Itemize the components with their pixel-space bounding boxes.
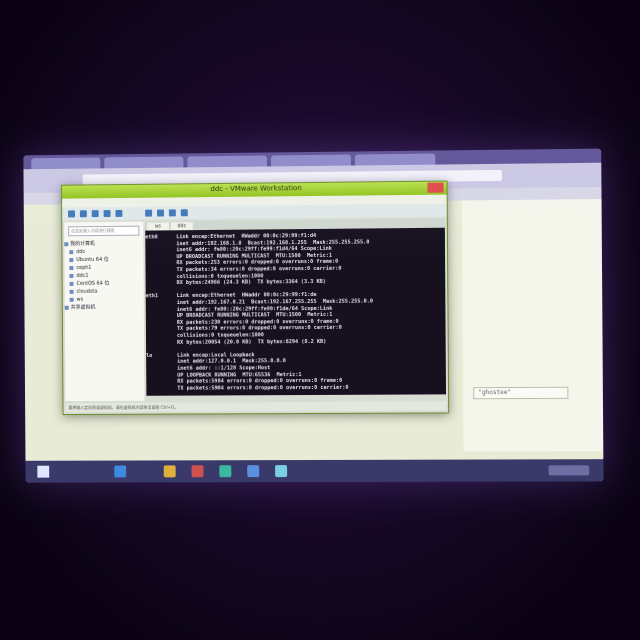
window-title: ddc - VMware Workstation [210,184,302,194]
terminal-line: RX bytes:24966 (24.3 KB) TX bytes:3364 (… [145,279,326,287]
terminal-line: TX packets:5984 errors:0 dropped:0 overr… [146,384,349,392]
unity-icon[interactable] [168,209,176,217]
browser-tab[interactable] [31,157,101,170]
browser-tab[interactable] [104,156,184,169]
page-search-field[interactable]: "ghostee" [473,386,569,400]
browser-tab[interactable] [187,155,268,168]
system-tray [548,465,590,476]
monitor-screen: "ghostee" ddc - VMware Workstation 在此处键入… [23,148,604,483]
browser-tab[interactable] [354,153,436,166]
close-button[interactable] [427,182,444,193]
snapshot-icon[interactable] [103,210,111,218]
library-shared[interactable]: 共享虚拟机 [65,303,144,312]
explorer-icon[interactable] [114,465,127,478]
library-panel: 在此处键入内容进行搜索 我的计算机 ddc Ubuntu 64 位 ceph1 … [64,221,145,402]
toolbar [62,203,447,221]
reset-icon[interactable] [91,210,99,218]
chrome-icon[interactable] [163,465,176,478]
console-icon[interactable] [145,209,153,217]
app-icon[interactable] [219,465,232,478]
windows-start-icon[interactable] [37,465,50,478]
app-icon[interactable] [247,465,260,478]
taskbar [25,459,604,483]
vmware-task-icon[interactable] [275,465,288,478]
app-icon[interactable] [191,465,204,478]
web-page-area [461,198,604,452]
power-icon[interactable] [68,210,76,218]
tab-ws[interactable]: ws [147,222,170,231]
suspend-icon[interactable] [79,210,87,218]
terminal-line: RX bytes:20054 (20.0 KB) TX bytes:8294 (… [146,338,327,346]
status-bar: 要将输入定向到该虚拟机，请在虚拟机内部单击或按 Ctrl+G。 [65,401,447,413]
view-icon[interactable] [180,209,188,217]
tab-ddc[interactable]: ddc [170,222,193,231]
browser-tab[interactable] [270,154,351,167]
vmware-window: ddc - VMware Workstation 在此处键入内容进行搜索 我的计… [60,180,450,416]
library-search-input[interactable]: 在此处键入内容进行搜索 [68,225,140,237]
revert-icon[interactable] [115,209,123,217]
terminal-console[interactable]: eth0 Link encap:Ethernet HWaddr 00:0c:29… [145,227,447,396]
fullscreen-icon[interactable] [156,209,164,217]
